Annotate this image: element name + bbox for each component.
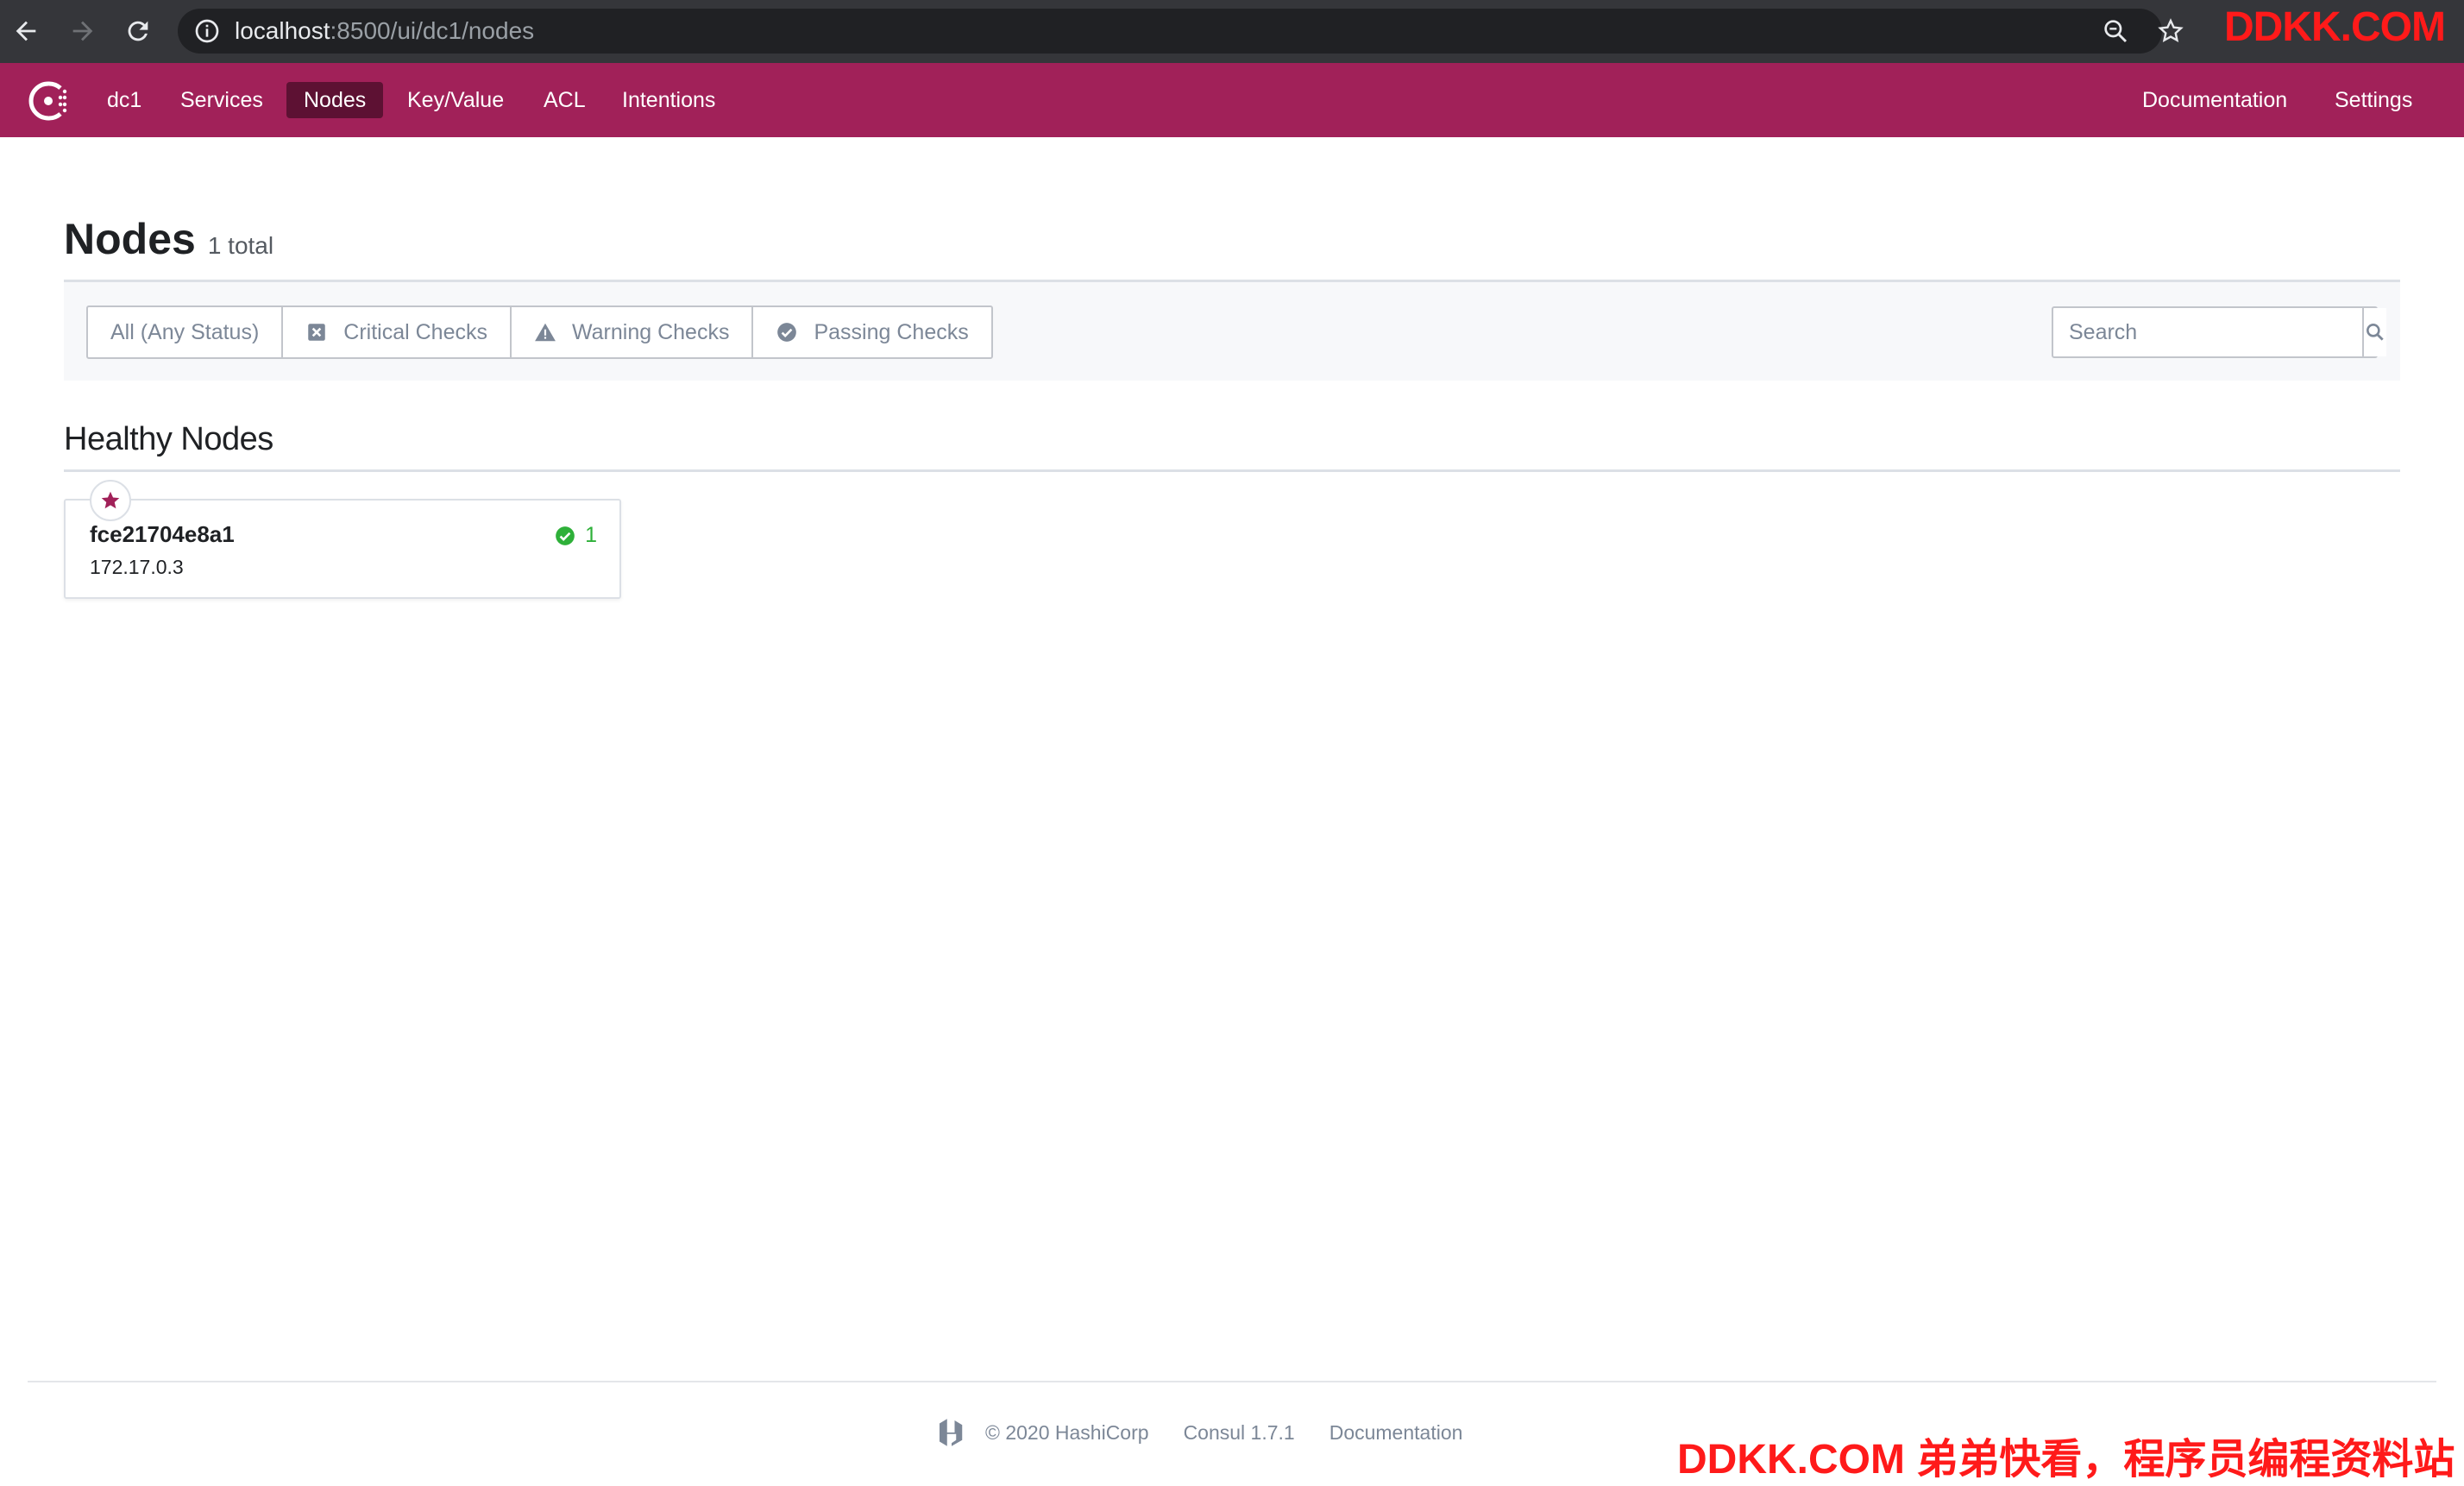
nav-item-key-value[interactable]: Key/Value <box>390 82 521 118</box>
passing-count: 1 <box>585 523 597 547</box>
passing-icon <box>777 323 797 342</box>
address-bar[interactable]: localhost:8500/ui/dc1/nodes <box>178 9 2184 54</box>
watermark-bottom: DDKK.COM 弟弟快看，程序员编程资料站 <box>1677 1437 2455 1483</box>
bookmark-star-icon[interactable] <box>2157 17 2184 45</box>
arrow-right-icon <box>72 21 93 41</box>
nav-item-services[interactable]: Services <box>163 82 280 118</box>
search-box <box>2052 306 2386 358</box>
watermark-top: DDKK.COM <box>2224 4 2446 50</box>
section-title: Healthy Nodes <box>64 421 273 457</box>
filter-critical-label: Critical Checks <box>343 319 487 344</box>
filter-passing[interactable]: Passing Checks <box>753 307 990 357</box>
node-name[interactable]: fce21704e8a1 <box>90 521 235 548</box>
search-input[interactable] <box>2053 308 2362 356</box>
hashicorp-logo-icon[interactable] <box>933 1414 970 1451</box>
search-icon <box>2367 324 2384 341</box>
reload-icon <box>128 21 148 41</box>
warning-icon <box>535 323 556 342</box>
nav-item-documentation[interactable]: Documentation <box>2125 82 2304 118</box>
url-host: localhost <box>235 17 330 44</box>
zoom-icon[interactable] <box>2102 17 2129 45</box>
arrow-left-icon <box>16 21 36 41</box>
filter-all[interactable]: All (Any Status) <box>88 307 284 357</box>
url-path: :8500/ui/dc1/nodes <box>330 17 535 44</box>
page-title: Nodes <box>64 215 196 263</box>
nav-item-intentions[interactable]: Intentions <box>605 82 732 118</box>
leader-badge <box>90 480 131 521</box>
star-icon <box>101 491 120 509</box>
info-icon[interactable] <box>193 17 221 45</box>
footer-version[interactable]: Consul 1.7.1 <box>1184 1421 1295 1445</box>
passing-checks-count: 1 <box>554 523 597 548</box>
filter-all-label: All (Any Status) <box>110 319 260 344</box>
nav-item-settings[interactable]: Settings <box>2317 82 2429 118</box>
filter-warning-label: Warning Checks <box>571 319 730 344</box>
nav-item-nodes[interactable]: Nodes <box>286 82 384 118</box>
section-divider <box>64 469 2400 472</box>
filter-passing-label: Passing Checks <box>814 319 969 344</box>
footer-copyright: © 2020 HashiCorp <box>985 1420 1149 1444</box>
footer-divider <box>28 1381 2436 1382</box>
url-text: localhost:8500/ui/dc1/nodes <box>235 9 534 54</box>
node-address: 172.17.0.3 <box>90 556 184 578</box>
critical-icon <box>308 324 326 341</box>
node-card[interactable]: fce21704e8a1 172.17.0.3 1 <box>64 480 621 599</box>
back-button[interactable] <box>7 12 45 50</box>
consul-logo-icon[interactable] <box>26 79 71 123</box>
footer: © 2020 HashiCorp Consul 1.7.1 Documentat… <box>933 1414 1462 1451</box>
forward-button[interactable] <box>64 12 102 50</box>
status-filter: All (Any Status) Critical Checks Warning… <box>86 305 993 359</box>
search-button[interactable] <box>2362 308 2386 356</box>
page-header: Nodes 1 total <box>64 214 273 278</box>
main-nav: dc1 Services Nodes Key/Value ACL Intenti… <box>0 63 2464 137</box>
footer-documentation[interactable]: Documentation <box>1329 1421 1463 1445</box>
nav-item-acl[interactable]: ACL <box>526 82 603 118</box>
filter-critical[interactable]: Critical Checks <box>283 307 512 357</box>
check-circle-icon <box>556 526 575 545</box>
node-count: 1 total <box>207 232 274 259</box>
datacenter-selector[interactable]: dc1 <box>90 82 159 118</box>
browser-toolbar: localhost:8500/ui/dc1/nodes DDKK.COM <box>0 0 2464 63</box>
reload-button[interactable] <box>119 12 157 50</box>
filter-warning[interactable]: Warning Checks <box>512 307 754 357</box>
